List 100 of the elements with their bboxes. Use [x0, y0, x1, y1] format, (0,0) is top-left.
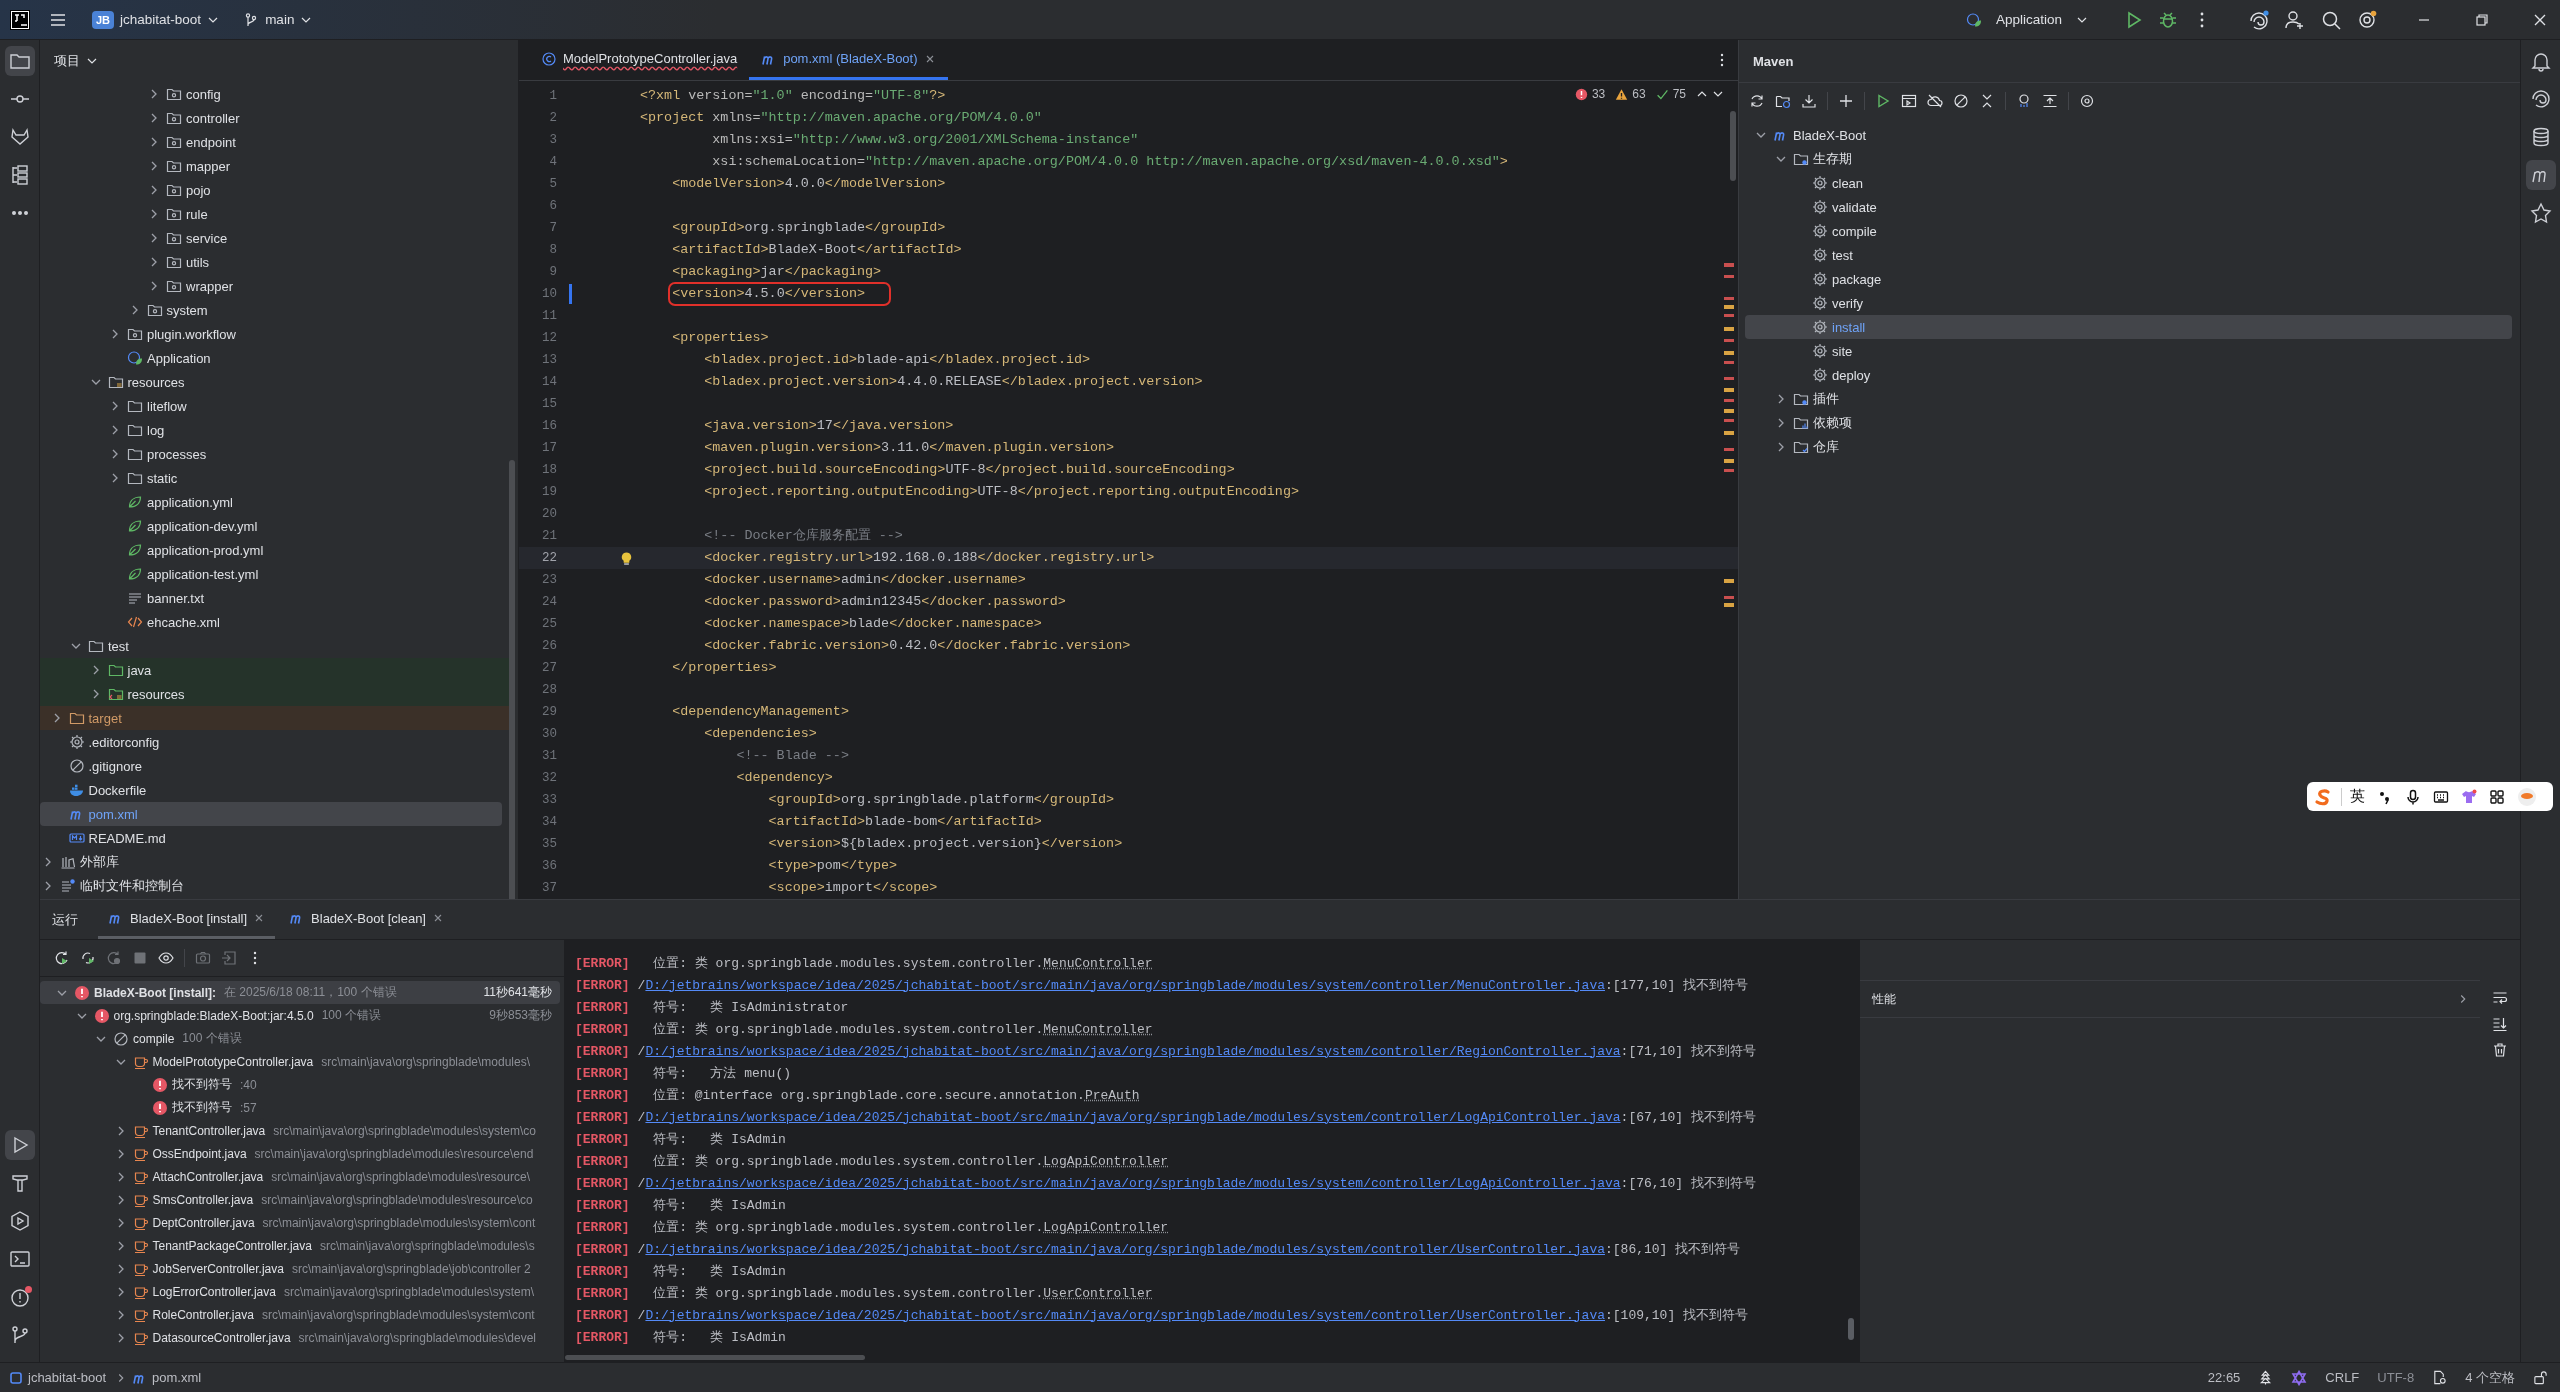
- soft-wrap-icon[interactable]: [2492, 990, 2508, 1006]
- tree-item[interactable]: static: [40, 466, 502, 490]
- scrollbar-thumb[interactable]: [565, 1355, 865, 1360]
- tree-item[interactable]: plugin.workflow: [40, 322, 502, 346]
- tree-item[interactable]: pojo: [40, 178, 502, 202]
- download-icon[interactable]: [1801, 93, 1817, 109]
- tree-item[interactable]: DatasourceController.java src\main\java\org\springblade\modules\devel: [40, 1326, 560, 1349]
- tree-item[interactable]: BladeX-Boot [install]: 在 2025/6/18 08:11，100 个错误 11秒641毫秒: [40, 981, 560, 1004]
- tree-item[interactable]: resources: [40, 370, 502, 394]
- tree-item[interactable]: package: [1745, 267, 2512, 291]
- tree-item[interactable]: SmsController.java src\main\java\org\springblade\modules\resource\co: [40, 1188, 560, 1211]
- tree-item[interactable]: TenantController.java src\main\java\org\springblade\modules\system\co: [40, 1119, 560, 1142]
- avatar-icon[interactable]: [2517, 786, 2537, 807]
- project-icon[interactable]: [4, 46, 35, 76]
- microphone-icon[interactable]: [2405, 788, 2421, 805]
- tree-item[interactable]: deploy: [1745, 363, 2512, 387]
- scrollbar-thumb[interactable]: [509, 460, 515, 899]
- tree-item[interactable]: DeptController.java src\main\java\org\springblade\modules\system\cont: [40, 1211, 560, 1234]
- class-reference[interactable]: UserController: [1043, 1285, 1153, 1301]
- tree-item[interactable]: java: [40, 658, 510, 682]
- tree-item[interactable]: ModelPrototypeController.java src\main\java\org\springblade\modules\: [40, 1050, 560, 1073]
- tree-item[interactable]: 找不到符号 :57: [40, 1096, 560, 1119]
- forbidden-icon[interactable]: [1953, 93, 1969, 109]
- indent-setting[interactable]: 4 个空格: [2465, 1368, 2515, 1387]
- tree-item[interactable]: OssEndpoint.java src\main\java\org\springblade\modules\resource\end: [40, 1142, 560, 1165]
- tree-item[interactable]: config: [40, 82, 502, 106]
- trash-icon[interactable]: [2492, 1042, 2508, 1058]
- grid-icon[interactable]: [2489, 788, 2505, 805]
- tree-item[interactable]: compile: [1745, 219, 2512, 243]
- tree-item[interactable]: .gitignore: [40, 754, 502, 778]
- eye-icon[interactable]: [158, 950, 174, 966]
- tree-item[interactable]: LogErrorController.java src\main\java\org\springblade\modules\system\: [40, 1280, 560, 1303]
- run-config-selector[interactable]: Application: [1995, 12, 2062, 27]
- tree-item[interactable]: controller: [40, 106, 502, 130]
- class-reference[interactable]: MenuController: [1043, 955, 1153, 971]
- window-icon[interactable]: [1901, 93, 1917, 109]
- tree-item[interactable]: 外部库: [40, 850, 502, 874]
- file-encoding[interactable]: UTF-8: [2377, 1370, 2415, 1385]
- tree-item[interactable]: target: [40, 706, 510, 730]
- plus-icon[interactable]: [1838, 93, 1854, 109]
- add-user-icon[interactable]: [2284, 8, 2306, 31]
- scrollbar-thumb[interactable]: [1730, 111, 1736, 181]
- rerun-icon[interactable]: [54, 950, 70, 966]
- tree-item[interactable]: 找不到符号 :40: [40, 1073, 560, 1096]
- tree-item[interactable]: processes: [40, 442, 502, 466]
- tree-item[interactable]: ehcache.xml: [40, 610, 502, 634]
- shirt-icon[interactable]: [2461, 788, 2477, 805]
- tree-item[interactable]: system: [40, 298, 502, 322]
- tree-item[interactable]: application.yml: [40, 490, 502, 514]
- document-gear-icon[interactable]: [2432, 1370, 2448, 1385]
- scroll-to-end-icon[interactable]: [2492, 1016, 2508, 1032]
- tree-item[interactable]: verify: [1745, 291, 2512, 315]
- run-icon[interactable]: [1875, 93, 1891, 109]
- refresh-icon[interactable]: [1749, 93, 1765, 109]
- tree-item[interactable]: compile 100 个错误: [40, 1027, 560, 1050]
- tree-item[interactable]: test: [1745, 243, 2512, 267]
- editor-tab[interactable]: pom.xml (BladeX-Boot): [749, 40, 948, 80]
- file-link[interactable]: D:/jetbrains/workspace/idea/2025/jchabitat-boot/src/main/java/org/springblade/modules/system/controller/RegionController.java: [645, 1043, 1621, 1059]
- settings-icon[interactable]: [2079, 93, 2095, 109]
- tree-icon[interactable]: [2258, 1370, 2274, 1385]
- maven-icon[interactable]: [2525, 160, 2556, 190]
- breadcrumb[interactable]: jchabitat-boot: [28, 1370, 107, 1385]
- cursor-position[interactable]: 22:65: [2207, 1370, 2241, 1385]
- tree-item[interactable]: liteflow: [40, 394, 502, 418]
- file-link[interactable]: D:/jetbrains/workspace/idea/2025/jchabitat-boot/src/main/java/org/springblade/modules/system/controller/LogApiController.java: [645, 1175, 1621, 1191]
- keyboard-icon[interactable]: [2433, 788, 2449, 805]
- camera-icon[interactable]: [195, 950, 211, 966]
- run-tab[interactable]: BladeX-Boot [clean]: [279, 900, 454, 939]
- stop-icon[interactable]: [132, 950, 148, 966]
- error-count[interactable]: 33: [1591, 87, 1606, 101]
- tree-item[interactable]: BladeX-Boot: [1745, 123, 2512, 147]
- tree-item[interactable]: endpoint: [40, 130, 502, 154]
- run-tab[interactable]: BladeX-Boot [install]: [98, 900, 276, 939]
- tree-item[interactable]: 临时文件和控制台: [40, 874, 502, 898]
- line-separator[interactable]: CRLF: [2325, 1370, 2360, 1385]
- panel-title[interactable]: 项目: [54, 52, 80, 70]
- tree-item[interactable]: 仓库: [1745, 435, 2512, 459]
- class-reference[interactable]: LogApiController: [1043, 1219, 1169, 1235]
- tree-item[interactable]: Application: [40, 346, 502, 370]
- tree-item[interactable]: 插件: [1745, 387, 2512, 411]
- tree-item[interactable]: banner.txt: [40, 586, 502, 610]
- close-icon[interactable]: [432, 912, 444, 924]
- tree-item[interactable]: JobServerController.java src\main\java\org\springblade\job\controller 2: [40, 1257, 560, 1280]
- bulb-icon[interactable]: [619, 550, 634, 566]
- check-count[interactable]: 75: [1672, 87, 1686, 101]
- file-link[interactable]: D:/jetbrains/workspace/idea/2025/jchabitat-boot/src/main/java/org/springblade/modules/system/controller/LogApiController.java: [645, 1109, 1621, 1125]
- branch-selector[interactable]: main: [265, 12, 295, 27]
- tree-item[interactable]: 依赖项: [1745, 411, 2512, 435]
- folder-refresh-icon[interactable]: [1775, 93, 1791, 109]
- tree-item[interactable]: application-prod.yml: [40, 538, 502, 562]
- class-reference[interactable]: PreAuth: [1084, 1087, 1140, 1103]
- tree-item[interactable]: 生存期: [1745, 147, 2512, 171]
- scrollbar-thumb[interactable]: [1848, 1318, 1854, 1340]
- expand-icon[interactable]: [2042, 93, 2058, 109]
- tree-item[interactable]: test: [40, 634, 502, 658]
- tree-item[interactable]: log: [40, 418, 502, 442]
- tree-item[interactable]: install: [1745, 315, 2512, 339]
- import-icon[interactable]: [221, 950, 237, 966]
- tree-item[interactable]: wrapper: [40, 274, 502, 298]
- file-link[interactable]: D:/jetbrains/workspace/idea/2025/jchabitat-boot/src/main/java/org/springblade/modules/system/controller/MenuController.java: [645, 977, 1605, 993]
